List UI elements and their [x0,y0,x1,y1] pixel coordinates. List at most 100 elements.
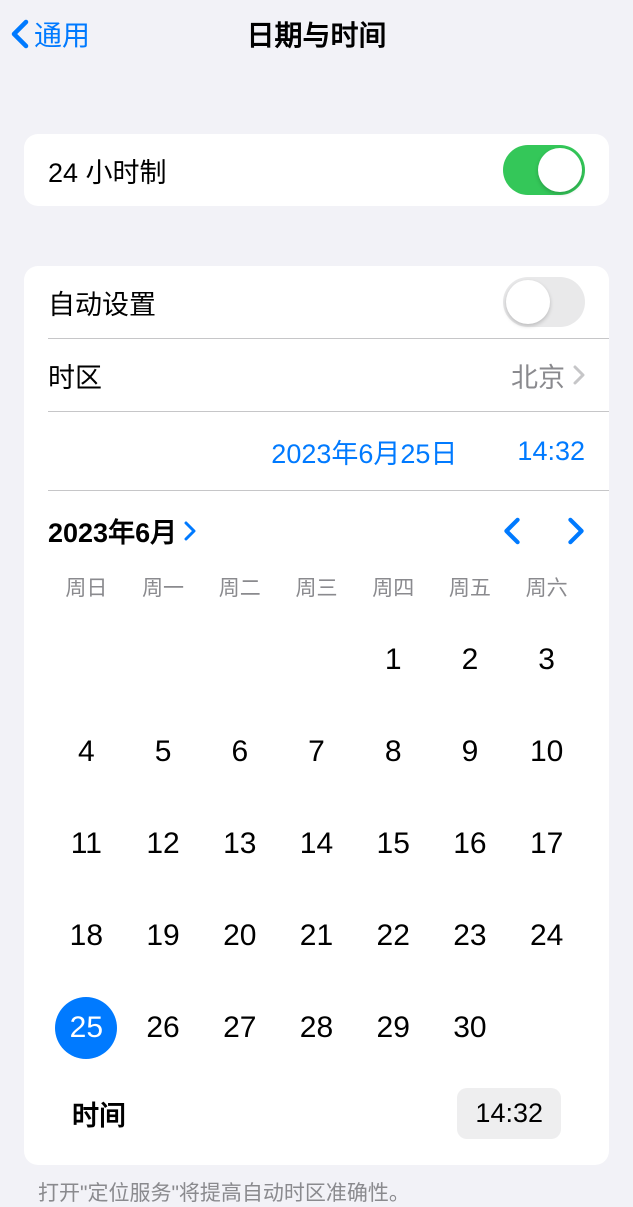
month-nav [503,517,585,545]
day-number: 13 [223,827,256,861]
day-number: 25 [70,1011,103,1045]
day-number: 29 [377,1011,410,1045]
day-number: 3 [538,643,555,677]
weekday-header: 周日周一周二周三周四周五周六 [48,566,585,612]
day-number: 16 [453,827,486,861]
nav-header: 通用 日期与时间 [0,0,633,68]
day-cell[interactable]: 3 [508,632,585,688]
day-cell[interactable]: 17 [508,816,585,872]
day-number: 15 [377,827,410,861]
chevron-right-icon [573,365,585,385]
day-number: 17 [530,827,563,861]
day-number: 11 [71,827,102,861]
day-number: 21 [300,919,333,953]
day-number: 19 [146,919,179,953]
day-cell[interactable]: 5 [125,724,202,780]
day-cell[interactable]: 19 [125,908,202,964]
switch-thumb [538,148,582,192]
day-cell[interactable]: 7 [278,724,355,780]
day-cell[interactable]: 13 [201,816,278,872]
day-cell[interactable]: 6 [201,724,278,780]
next-month-button[interactable] [567,517,585,545]
weekday-label: 周六 [508,572,585,602]
day-cell[interactable]: 27 [201,1000,278,1056]
day-number: 14 [300,827,333,861]
day-cell[interactable]: 22 [355,908,432,964]
time-row: 时间 14:32 [48,1076,585,1157]
day-cell[interactable]: 20 [201,908,278,964]
day-blank [125,632,202,688]
settings-group-1: 24 小时制 [24,134,609,206]
twenty-four-hour-row: 24 小时制 [24,134,609,206]
day-cell[interactable]: 9 [432,724,509,780]
timezone-row[interactable]: 时区 北京 [24,339,609,411]
page-title: 日期与时间 [246,14,386,54]
day-cell[interactable]: 18 [48,908,125,964]
day-cell[interactable]: 2 [432,632,509,688]
day-cell[interactable]: 11 [48,816,125,872]
day-number: 18 [70,919,103,953]
day-number: 12 [146,827,179,861]
day-number: 9 [462,735,479,769]
day-number: 24 [530,919,563,953]
twenty-four-hour-label: 24 小时制 [48,151,167,190]
day-number: 22 [377,919,410,953]
twenty-four-hour-switch[interactable] [503,145,585,195]
day-cell[interactable]: 28 [278,1000,355,1056]
day-cell[interactable]: 4 [48,724,125,780]
timezone-disclosure: 北京 [511,356,585,395]
weekday-label: 周日 [48,572,125,602]
day-cell[interactable]: 16 [432,816,509,872]
calendar: 2023年6月 周日周一周二周三周四周五周六 12345678910111213… [24,491,609,1165]
time-label: 时间 [72,1094,126,1133]
prev-month-button[interactable] [503,517,521,545]
switch-thumb [506,280,550,324]
day-number: 23 [453,919,486,953]
day-cell[interactable]: 24 [508,908,585,964]
day-cell[interactable]: 26 [125,1000,202,1056]
weekday-label: 周一 [125,572,202,602]
day-cell[interactable]: 25 [48,1000,125,1056]
back-label: 通用 [34,14,90,54]
month-header: 2023年6月 [48,491,585,566]
day-cell[interactable]: 10 [508,724,585,780]
weekday-label: 周二 [201,572,278,602]
date-display[interactable]: 2023年6月25日 [271,432,457,471]
day-number: 30 [453,1011,486,1045]
day-cell[interactable]: 21 [278,908,355,964]
auto-set-switch[interactable] [503,277,585,327]
day-cell[interactable]: 14 [278,816,355,872]
day-number: 8 [385,735,402,769]
weekday-label: 周五 [432,572,509,602]
day-number: 10 [530,735,563,769]
time-display[interactable]: 14:32 [517,436,585,467]
day-cell[interactable]: 30 [432,1000,509,1056]
day-cell[interactable]: 1 [355,632,432,688]
footer-text: 打开"定位服务"将提高自动时区准确性。 [0,1165,633,1207]
day-blank [48,632,125,688]
day-cell[interactable]: 15 [355,816,432,872]
days-grid: 1234567891011121314151617181920212223242… [48,612,585,1076]
auto-set-label: 自动设置 [48,283,156,322]
day-number: 28 [300,1011,333,1045]
back-button[interactable]: 通用 [0,14,90,54]
day-number: 1 [385,643,402,677]
weekday-label: 周四 [355,572,432,602]
month-picker-button[interactable]: 2023年6月 [48,511,197,550]
day-number: 27 [223,1011,256,1045]
auto-set-row: 自动设置 [24,266,609,338]
day-cell[interactable]: 29 [355,1000,432,1056]
chevron-left-icon [10,19,30,49]
day-blank [278,632,355,688]
timezone-label: 时区 [48,356,102,395]
day-cell[interactable]: 12 [125,816,202,872]
day-number: 6 [231,735,248,769]
day-number: 7 [308,735,325,769]
settings-group-2: 自动设置 时区 北京 2023年6月25日 14:32 2023年6月 [24,266,609,1165]
chevron-right-icon [183,521,197,541]
day-number: 20 [223,919,256,953]
day-cell[interactable]: 23 [432,908,509,964]
day-cell[interactable]: 8 [355,724,432,780]
time-picker-button[interactable]: 14:32 [457,1088,561,1139]
month-label: 2023年6月 [48,511,177,550]
